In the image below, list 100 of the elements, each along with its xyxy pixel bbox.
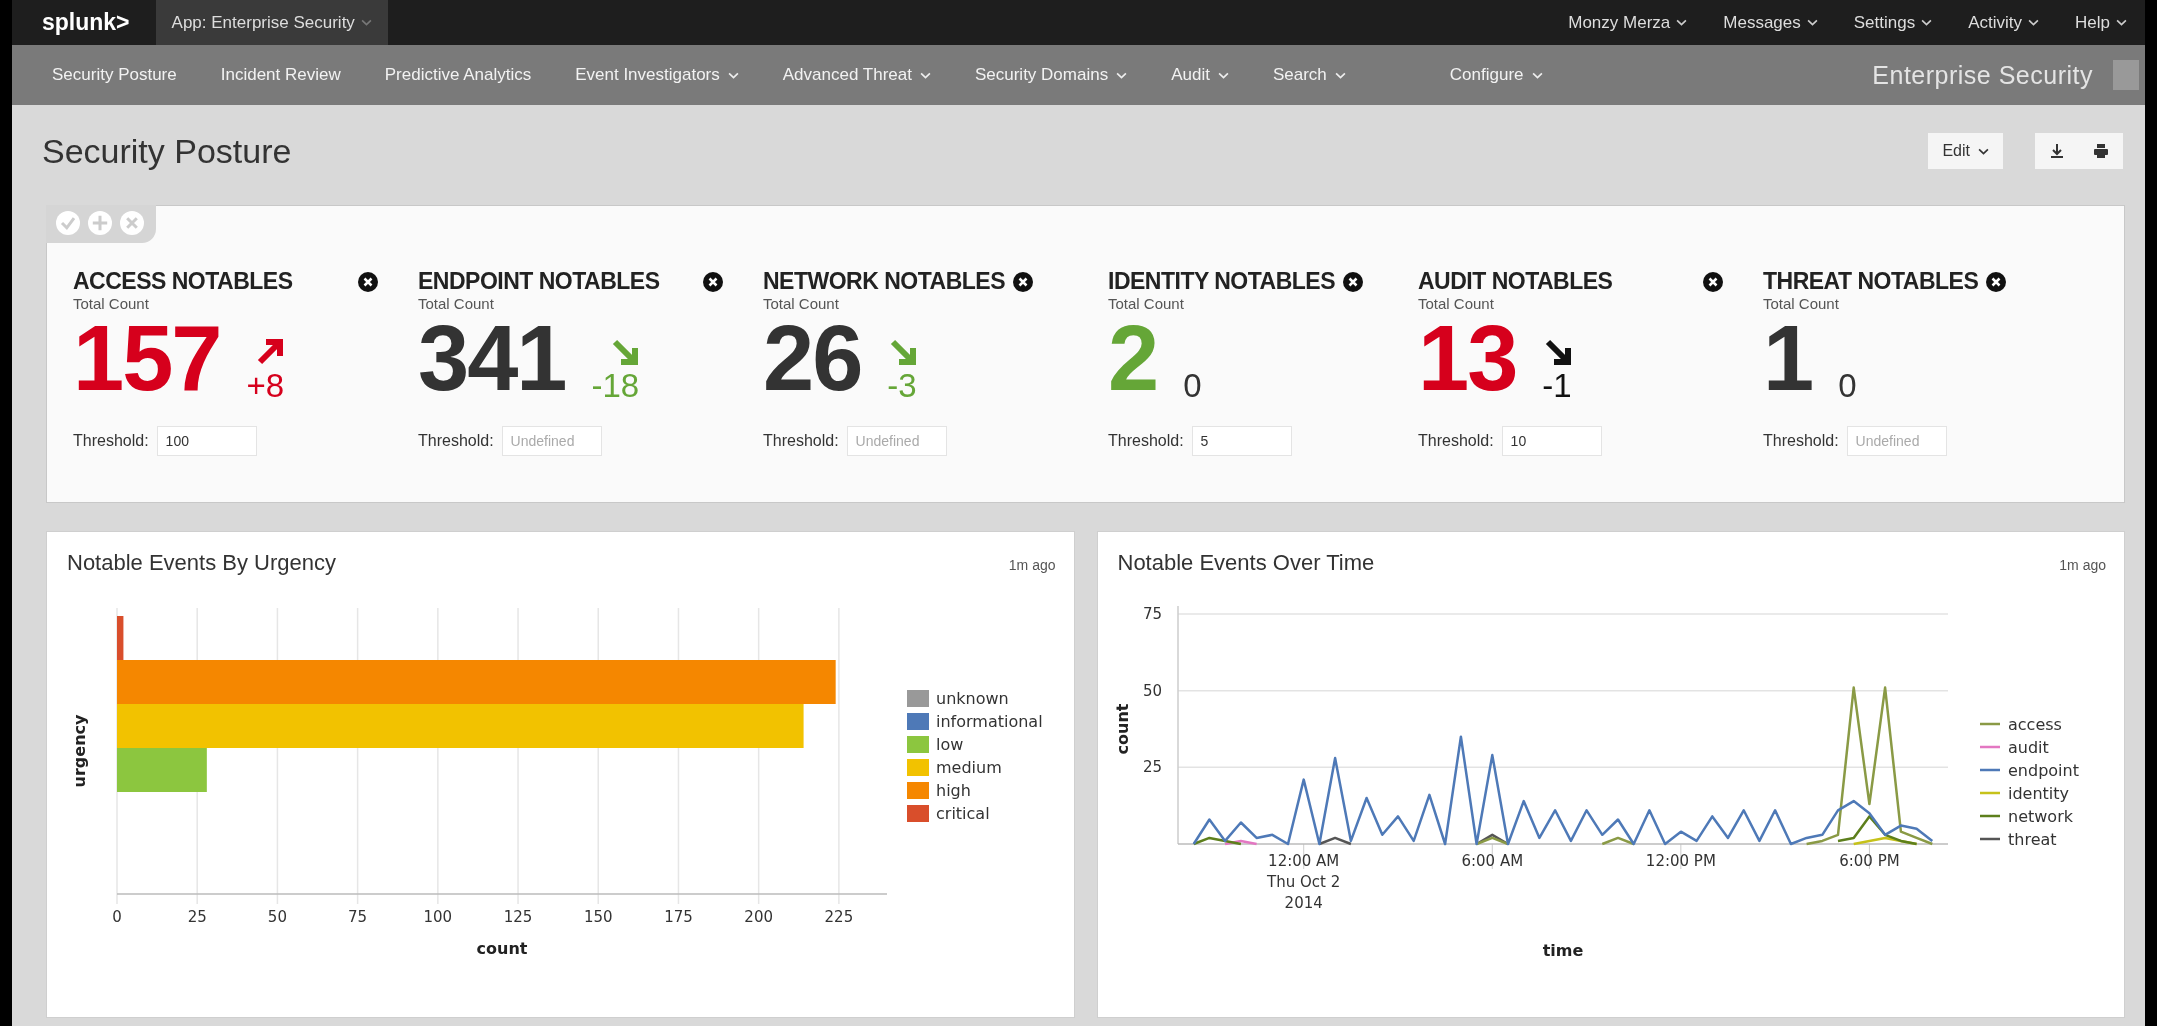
- close-icon[interactable]: [358, 271, 378, 292]
- threshold-field[interactable]: Undefined: [1846, 426, 1947, 456]
- top-menu[interactable]: Settings: [1835, 12, 1951, 33]
- threshold-label: Threshold:: [1763, 432, 1839, 450]
- legend-label: informational: [936, 712, 1043, 731]
- threshold-label: Threshold:: [73, 432, 149, 450]
- legend-label: access: [2007, 715, 2062, 734]
- panel-title: Notable Events By Urgency: [67, 550, 337, 576]
- caret-icon: [1217, 71, 1229, 79]
- caret-icon: [727, 71, 739, 79]
- legend-label: low: [936, 735, 964, 754]
- top-menu[interactable]: Activity: [1950, 12, 2058, 33]
- nav-item[interactable]: Configure: [1427, 45, 1565, 105]
- axis-title: count: [476, 939, 528, 958]
- total-count: 13: [1418, 312, 1517, 404]
- notable-subtitle: Total Count: [1418, 295, 1495, 312]
- count-change: -3: [887, 368, 917, 404]
- app-title: Enterprise Security: [1872, 60, 2093, 90]
- legend-label: threat: [2007, 830, 2057, 849]
- legend-label: unknown: [936, 689, 1009, 708]
- caret-icon: [1978, 147, 1989, 155]
- caret-icon: [1531, 71, 1543, 79]
- caret-icon: [2116, 19, 2127, 26]
- notable-title: THREAT NOTABLES: [1763, 268, 1979, 295]
- tick-label: 6:00 PM: [1838, 852, 1900, 870]
- threshold-label: Threshold:: [1108, 432, 1184, 450]
- tick-label: 75: [1142, 605, 1162, 623]
- notable-subtitle: Total Count: [1763, 295, 1840, 312]
- notable-subtitle: Total Count: [73, 295, 150, 312]
- legend-label: critical: [936, 804, 990, 823]
- tick-label: 6:00 AM: [1460, 852, 1523, 870]
- tick-label: 125: [503, 908, 533, 926]
- count-change: -18: [591, 368, 640, 404]
- tick-label: 200: [744, 908, 773, 926]
- nav-item[interactable]: Advanced Threat: [760, 45, 953, 105]
- threshold-field[interactable]: Undefined: [846, 426, 947, 456]
- tick-label: 175: [664, 908, 693, 926]
- axis-title: count: [1112, 703, 1132, 755]
- threshold-field[interactable]: 5: [1191, 426, 1292, 456]
- tick-label: 50: [267, 908, 287, 926]
- notable-title: NETWORK NOTABLES: [763, 268, 1005, 295]
- top-menu[interactable]: Monzy Merza: [1550, 12, 1706, 33]
- axis-title: urgency: [70, 714, 89, 788]
- nav-item[interactable]: Predictive Analytics: [362, 45, 554, 105]
- printer-icon: [2093, 143, 2109, 159]
- close-icon[interactable]: [703, 271, 723, 292]
- notable-subtitle: Total Count: [418, 295, 495, 312]
- threshold-field[interactable]: Undefined: [501, 426, 602, 456]
- notable-title: ACCESS NOTABLES: [73, 268, 294, 295]
- app-menu[interactable]: App: Enterprise Security: [155, 0, 388, 45]
- updated-time: 1m ago: [1008, 557, 1056, 573]
- tick-label: 12:00 PM: [1645, 852, 1716, 870]
- caret-icon: [1676, 19, 1688, 26]
- legend-label: identity: [2007, 784, 2069, 803]
- close-icon[interactable]: [1343, 271, 1364, 292]
- caret-icon: [1116, 71, 1128, 79]
- legend-label: audit: [2007, 738, 2049, 757]
- count-change: -1: [1542, 368, 1572, 404]
- legend-label: high: [936, 781, 971, 800]
- nav-item[interactable]: Incident Review: [198, 45, 363, 105]
- notable-title: IDENTITY NOTABLES: [1108, 268, 1336, 295]
- caret-icon: [1806, 19, 1818, 26]
- updated-time: 1m ago: [2059, 557, 2106, 573]
- nav-item[interactable]: Audit: [1149, 45, 1251, 105]
- top-menu[interactable]: Help: [2057, 12, 2145, 33]
- total-count: 1: [1763, 312, 1813, 404]
- download-icon: [2049, 143, 2065, 159]
- nav-item[interactable]: Security Posture: [30, 45, 199, 105]
- top-menu[interactable]: Messages: [1705, 12, 1836, 33]
- tick-label: 150: [583, 908, 613, 926]
- axis-title: time: [1542, 941, 1583, 960]
- total-count: 157: [73, 312, 221, 404]
- threshold-field[interactable]: 10: [1501, 426, 1602, 456]
- close-icon[interactable]: [1703, 271, 1723, 292]
- tick-label: 50: [1142, 681, 1162, 700]
- nav-item[interactable]: Security Domains: [952, 45, 1150, 105]
- close-icon[interactable]: [1986, 271, 2007, 292]
- count-change: 0: [1183, 368, 1202, 404]
- check-icon[interactable]: [56, 211, 80, 235]
- tick-label: 75: [348, 908, 368, 926]
- total-count: 2: [1108, 312, 1158, 404]
- threshold-label: Threshold:: [1418, 432, 1494, 450]
- close-icon[interactable]: [1013, 271, 1033, 292]
- nav-item[interactable]: Search: [1250, 45, 1368, 105]
- total-count: 341: [418, 312, 566, 404]
- nav-item[interactable]: Event Investigators: [553, 45, 761, 105]
- threshold-field[interactable]: 100: [156, 426, 257, 456]
- threshold-label: Threshold:: [418, 432, 494, 450]
- caret-icon: [1334, 71, 1346, 79]
- caret-icon: [360, 19, 372, 26]
- notable-title: AUDIT NOTABLES: [1418, 268, 1614, 295]
- logo[interactable]: splunk>: [42, 9, 130, 36]
- total-count: 26: [763, 312, 862, 404]
- tick-label: 100: [423, 908, 453, 926]
- caret-icon: [919, 71, 931, 79]
- edit-button[interactable]: Edit: [1928, 133, 2003, 169]
- notable-title: ENDPOINT NOTABLES: [418, 268, 661, 295]
- notable-subtitle: Total Count: [1108, 295, 1185, 312]
- caret-icon: [2028, 19, 2040, 26]
- tick-label: 25: [187, 908, 207, 926]
